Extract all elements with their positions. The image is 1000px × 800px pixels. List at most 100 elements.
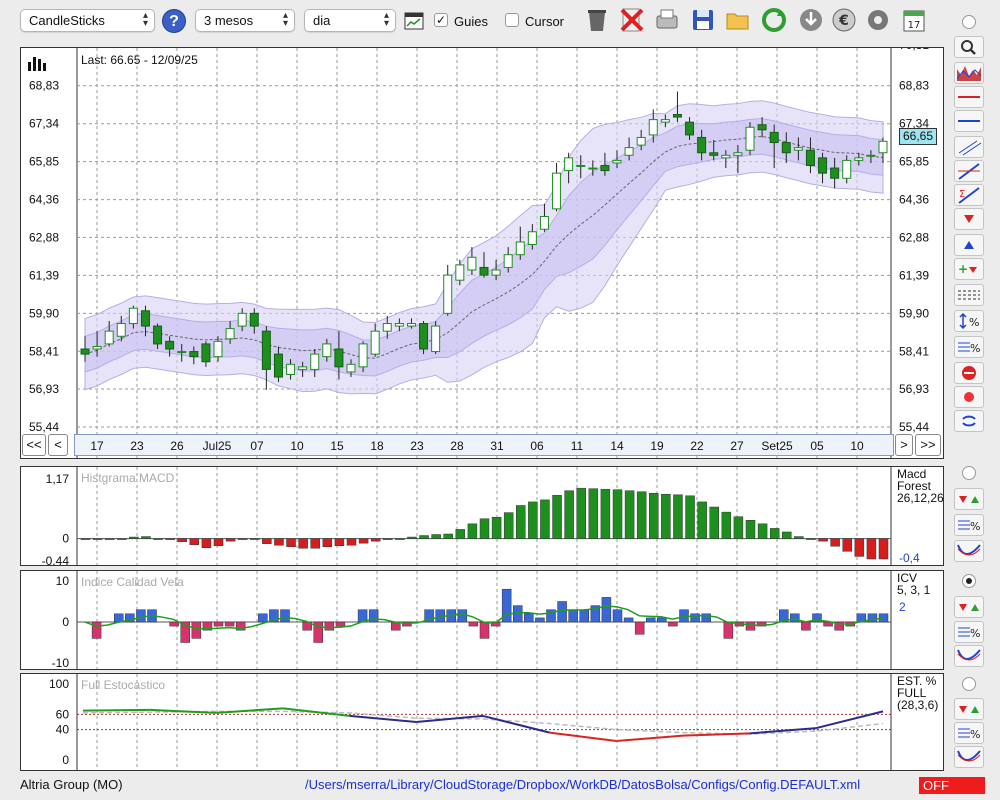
stop-button[interactable]	[954, 362, 984, 384]
print-icon[interactable]	[653, 6, 681, 34]
grid-lines-button[interactable]	[954, 284, 984, 306]
off-indicator[interactable]: OFF	[919, 777, 985, 794]
percent-vertical-button[interactable]: %	[954, 310, 984, 332]
price-y-tick-left: 59,90	[29, 306, 59, 320]
macd-bar	[322, 538, 333, 547]
icv-bar	[790, 613, 800, 623]
horizontal-red-line-button[interactable]	[954, 86, 984, 108]
arrow-down-button[interactable]	[954, 208, 984, 230]
horizontal-blue-line-button[interactable]	[954, 110, 984, 132]
macd-bar	[624, 490, 635, 539]
buy-sell-marker-button[interactable]: +	[954, 258, 984, 280]
icv-bar	[601, 597, 612, 623]
period-select[interactable]: 3 mesos ▴ ▾	[195, 9, 295, 32]
price-chart: 68,83 68,8367,34 67,3465,85 65,8564,36 64,36…	[29, 48, 929, 458]
price-y-tick-right: 62,88	[899, 230, 929, 244]
macd-bar	[274, 538, 284, 546]
candle-body	[757, 124, 767, 131]
chart-window-icon[interactable]	[404, 12, 424, 30]
candle-body	[116, 323, 126, 337]
candle-body	[261, 330, 271, 370]
price-y-tick-left: 64,36	[29, 193, 59, 207]
chart-type-select[interactable]: CandleSticks ▴ ▾	[20, 9, 155, 32]
macd-bar	[673, 494, 683, 539]
date-tick: 05	[810, 439, 824, 453]
macd-bar	[431, 534, 441, 539]
chart-style-button[interactable]	[954, 62, 984, 84]
candle-body	[842, 159, 852, 179]
date-tick: 15	[330, 439, 344, 453]
icv-markers-button[interactable]	[954, 596, 984, 618]
macd-bar	[818, 538, 828, 542]
cursor-checkbox[interactable]	[505, 13, 519, 27]
macd-bar	[782, 531, 792, 539]
percent-lines-button[interactable]: %	[954, 336, 984, 358]
candle-body	[745, 126, 755, 151]
trash-icon[interactable]	[583, 6, 611, 34]
stoch-k-segment	[549, 731, 617, 742]
svg-text:+: +	[958, 262, 968, 276]
icv-bar	[646, 617, 656, 623]
zoom-button[interactable]	[954, 36, 984, 58]
stoch-percent-button[interactable]: %	[954, 722, 984, 744]
icv-bar	[191, 621, 202, 639]
icv-bar	[801, 621, 811, 631]
nav-last-button[interactable]: >>	[915, 434, 941, 456]
interval-select[interactable]: dia ▴ ▾	[304, 9, 396, 32]
sync-button[interactable]	[954, 410, 984, 432]
trend-line-button[interactable]	[954, 160, 984, 182]
refresh-icon[interactable]	[760, 6, 788, 34]
candle-body	[153, 325, 163, 345]
date-tick: 27	[730, 439, 744, 453]
icv-side-line: 5, 3, 1	[897, 583, 931, 597]
macd-curve-button[interactable]	[954, 540, 984, 562]
nav-first-button[interactable]: <<	[22, 434, 46, 456]
nav-next-button[interactable]: >	[895, 434, 913, 456]
icv-panel-radio[interactable]	[962, 574, 976, 588]
stoch-markers-button[interactable]	[954, 698, 984, 720]
macd-percent-button[interactable]: %	[954, 514, 984, 536]
macd-bar	[250, 538, 260, 540]
guides-checkbox[interactable]: ✓	[434, 13, 448, 27]
candle-body	[564, 157, 574, 172]
macd-markers-button[interactable]	[954, 488, 984, 510]
icv-bar	[513, 605, 523, 623]
gear-icon[interactable]	[864, 6, 892, 34]
trend-channel-button[interactable]	[954, 136, 984, 158]
icv-bar	[557, 601, 567, 623]
record-button[interactable]	[954, 386, 984, 408]
icv-bar	[224, 621, 235, 627]
delete-file-icon[interactable]	[618, 6, 646, 34]
stoch-side-line: (28,3,6)	[897, 698, 939, 712]
candle-body	[467, 256, 477, 271]
config-path-link[interactable]: /Users/mserra/Library/CloudStorage/Dropb…	[305, 777, 860, 792]
calendar-icon[interactable]: 17	[900, 6, 928, 34]
candle-body	[443, 274, 453, 314]
icv-bar	[136, 609, 146, 623]
bar-chart-icon[interactable]	[27, 54, 49, 72]
nav-prev-button[interactable]: <	[48, 434, 68, 456]
stoch-k-segment	[82, 708, 150, 712]
candle-body	[322, 343, 332, 358]
candle-body	[866, 154, 876, 157]
icv-bar	[612, 609, 623, 623]
fibonacci-button[interactable]: Σ	[954, 184, 984, 206]
icv-curve-button[interactable]	[954, 645, 984, 667]
stoch-panel-radio[interactable]	[962, 677, 976, 691]
candle-body	[140, 310, 150, 327]
macd-bar	[237, 538, 248, 540]
arrow-up-button[interactable]	[954, 234, 984, 256]
date-tick: 06	[530, 439, 544, 453]
stoch-curve-button[interactable]	[954, 746, 984, 768]
save-icon[interactable]	[689, 6, 717, 34]
macd-panel-radio[interactable]	[962, 466, 976, 480]
main-panel-radio[interactable]	[962, 15, 976, 29]
date-axis-bar[interactable]: 17 23 26 Jul25 07 10 15 18 23 28 31 06 11 14 19 22 27 Set…	[74, 434, 894, 456]
stoch-y-tick: 40	[56, 723, 70, 737]
help-icon[interactable]: ?	[162, 9, 186, 33]
currency-icon[interactable]: €	[830, 6, 858, 34]
download-icon[interactable]	[797, 6, 825, 34]
icv-percent-button[interactable]: %	[954, 621, 984, 643]
price-y-tick-right: 61,39	[899, 268, 929, 282]
open-folder-icon[interactable]	[724, 6, 752, 34]
